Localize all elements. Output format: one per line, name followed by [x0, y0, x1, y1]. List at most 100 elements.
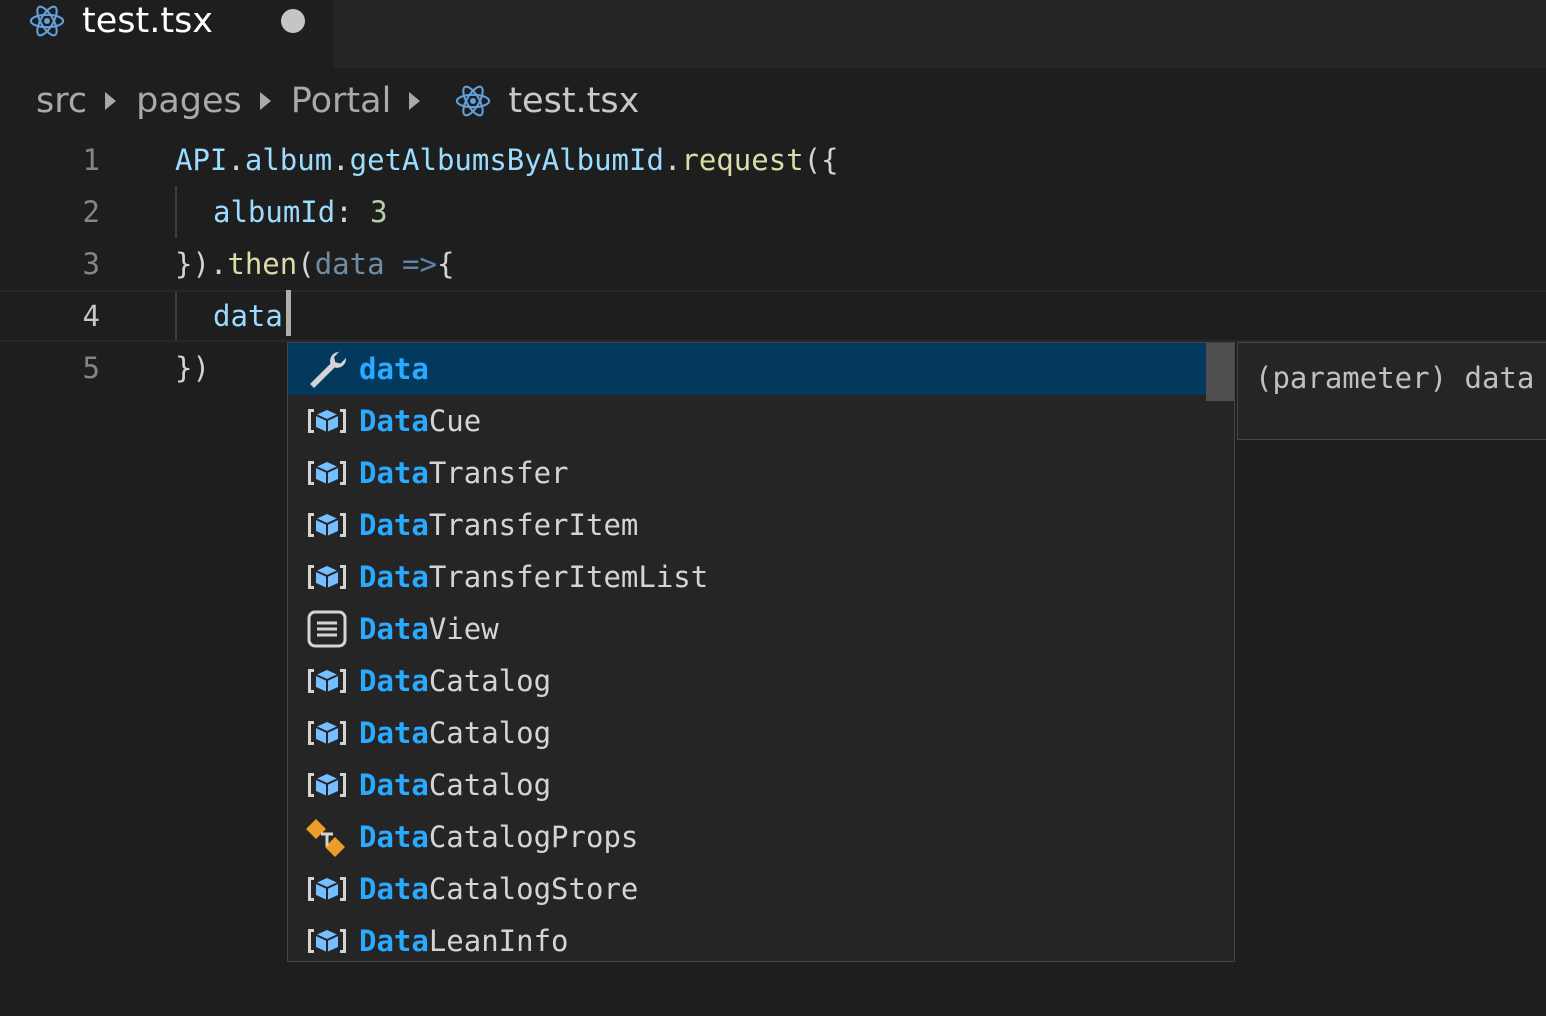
suggest-item-label: DataCatalogStore	[359, 863, 638, 915]
suggest-scrollbar-thumb[interactable]	[1206, 343, 1234, 401]
suggest-item[interactable]: DataLeanInfo	[288, 915, 1206, 961]
suggest-widget[interactable]: data DataCue DataTransfer DataTransferItem D…	[287, 342, 1235, 962]
class-icon	[304, 557, 350, 597]
suggest-item[interactable]: DataTransfer	[288, 447, 1206, 499]
token-album: album	[244, 143, 333, 177]
token-punctuation: })	[175, 351, 210, 385]
class-icon	[304, 921, 350, 961]
suggest-item[interactable]: data	[288, 343, 1206, 395]
token-punctuation: .	[227, 143, 245, 177]
suggest-item-label: DataCatalogProps	[359, 811, 638, 863]
suggest-item[interactable]: DataCatalog	[288, 707, 1206, 759]
suggest-item-label: DataCatalog	[359, 707, 551, 759]
suggest-item-label: DataTransfer	[359, 447, 569, 499]
suggest-scrollbar[interactable]	[1206, 343, 1234, 961]
suggest-item-rest: View	[428, 612, 499, 646]
token-param: data	[314, 247, 385, 281]
suggest-item[interactable]: DataCatalogProps	[288, 811, 1206, 863]
token-punctuation: :	[335, 195, 371, 229]
suggest-item-match: Data	[359, 560, 429, 594]
code-line[interactable]: 1 API.album.getAlbumsByAlbumId.request({	[0, 134, 1546, 186]
suggest-item[interactable]: DataCatalogStore	[288, 863, 1206, 915]
line-number: 3	[82, 247, 100, 281]
type-parameter-icon	[304, 817, 350, 857]
breadcrumb-item-pages[interactable]: pages	[136, 78, 242, 124]
class-icon	[304, 401, 350, 441]
react-icon	[29, 5, 65, 37]
suggest-item-rest: Catalog	[428, 716, 552, 750]
suggest-item-label: DataLeanInfo	[359, 915, 569, 961]
code-text: }).then(data =>{	[175, 238, 454, 290]
suggest-item-match: Data	[359, 664, 429, 698]
suggest-item-match: Data	[359, 612, 429, 646]
suggest-item-match: Data	[359, 456, 429, 490]
react-icon	[456, 85, 491, 117]
indent-guide	[175, 186, 177, 238]
token-then: then	[227, 247, 298, 281]
text-cursor	[286, 290, 291, 336]
suggest-item-label: data	[359, 343, 429, 395]
token-punctuation: })	[175, 247, 210, 281]
code-line[interactable]: 3 }).then(data =>{	[0, 238, 1546, 290]
suggest-item-match: Data	[359, 716, 429, 750]
code-text: })	[175, 342, 210, 394]
token-data: data	[213, 299, 283, 333]
breadcrumb-item-portal[interactable]: Portal	[291, 78, 392, 124]
suggest-item[interactable]: DataCue	[288, 395, 1206, 447]
token-request: request	[681, 143, 804, 177]
suggest-item-rest: Transfer	[428, 456, 569, 490]
suggest-item-label: DataTransferItem	[359, 499, 638, 551]
breadcrumb: src pages Portal test.tsx	[36, 78, 639, 124]
line-number: 1	[82, 143, 100, 177]
suggest-item-rest: TransferItemList	[428, 560, 709, 594]
suggest-item[interactable]: DataCatalog	[288, 759, 1206, 811]
suggest-item-match: Data	[359, 768, 429, 802]
breadcrumb-item-src[interactable]: src	[36, 78, 87, 124]
suggest-item-label: DataCatalog	[359, 759, 551, 811]
token-get-albums: getAlbumsByAlbumId	[349, 143, 664, 177]
token-api: API	[175, 143, 228, 177]
suggest-item-label: DataCue	[359, 395, 481, 447]
class-icon	[304, 869, 350, 909]
token-album-id: albumId	[213, 195, 336, 229]
token-punctuation: .	[663, 143, 682, 177]
suggest-item-label: DataCatalog	[359, 655, 551, 707]
unsaved-dot-icon[interactable]	[281, 9, 305, 33]
chevron-right-icon	[409, 92, 421, 110]
code-line-current[interactable]: 4 data	[0, 290, 1546, 342]
code-line[interactable]: 2 albumId: 3	[0, 186, 1546, 238]
code-text: API.album.getAlbumsByAlbumId.request({	[175, 134, 839, 186]
suggest-item[interactable]: DataView	[288, 603, 1206, 655]
suggest-item-rest: CatalogProps	[428, 820, 639, 854]
suggest-item-match: Data	[359, 404, 429, 438]
suggest-item-rest: LeanInfo	[428, 924, 569, 958]
suggest-item[interactable]: DataTransferItem	[288, 499, 1206, 551]
token-number: 3	[370, 195, 388, 229]
suggest-item-rest: Catalog	[428, 768, 552, 802]
wrench-icon	[304, 349, 350, 389]
suggest-item-label: DataView	[359, 603, 499, 655]
suggest-item-match: Data	[359, 924, 429, 958]
suggest-item[interactable]: DataCatalog	[288, 655, 1206, 707]
token-punctuation: .	[332, 143, 350, 177]
tab-bar: test.tsx	[0, 0, 1546, 68]
line-number: 2	[82, 195, 100, 229]
interface-icon	[304, 609, 350, 649]
suggest-item-rest: Catalog	[428, 664, 552, 698]
suggest-item[interactable]: DataTransferItemList	[288, 551, 1206, 603]
tab-test-tsx[interactable]: test.tsx	[0, 0, 334, 68]
suggest-item-rest: CatalogStore	[428, 872, 639, 906]
class-icon	[304, 765, 350, 805]
token-arrow: =>	[384, 247, 437, 281]
suggest-item-match: Data	[359, 508, 429, 542]
breadcrumb-item-file[interactable]: test.tsx	[508, 78, 639, 124]
token-punctuation: .	[209, 247, 228, 281]
class-icon	[304, 661, 350, 701]
suggest-item-match: data	[359, 352, 429, 386]
suggest-item-match: Data	[359, 872, 429, 906]
token-punctuation: {	[436, 247, 455, 281]
suggest-item-label: DataTransferItemList	[359, 551, 708, 603]
suggest-details: (parameter) data	[1237, 342, 1546, 440]
suggest-item-rest: TransferItem	[428, 508, 639, 542]
line-number: 5	[82, 351, 100, 385]
